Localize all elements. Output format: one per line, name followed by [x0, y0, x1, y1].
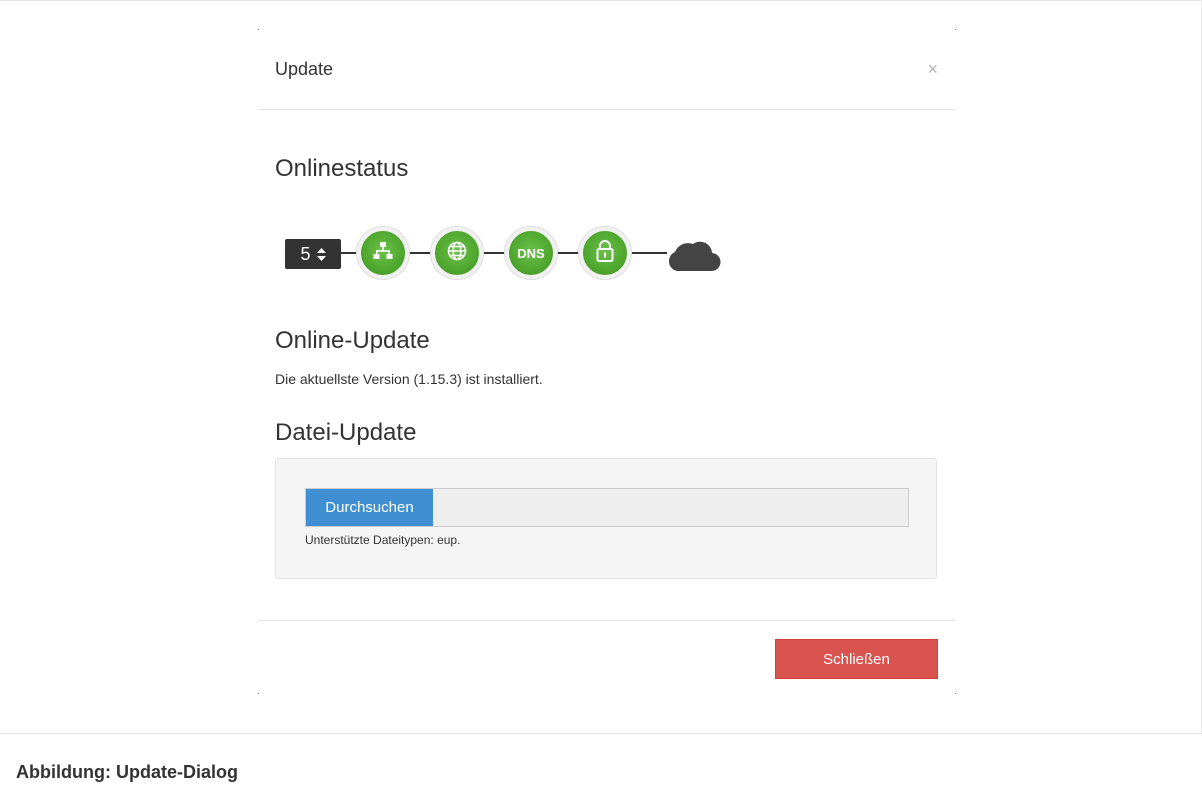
- supported-filetypes-text: Unterstützte Dateitypen: eup.: [305, 533, 461, 547]
- close-icon[interactable]: ×: [927, 59, 938, 79]
- dns-icon: DNS: [517, 245, 545, 261]
- connector-line: [631, 252, 667, 254]
- online-update-heading: Online-Update: [275, 327, 430, 354]
- file-name-field[interactable]: [433, 489, 908, 526]
- counter-value: 5: [300, 243, 311, 264]
- dialog-footer: Schließen: [258, 620, 955, 694]
- file-update-heading: Datei-Update: [275, 419, 417, 446]
- file-input[interactable]: Durchsuchen: [305, 488, 909, 527]
- figure-caption: Abbildung: Update-Dialog: [16, 762, 238, 782]
- connector-line: [557, 252, 581, 254]
- dialog-header: Update ×: [258, 29, 955, 110]
- internet-status-node: [431, 227, 483, 279]
- onlinestatus-heading: Onlinestatus: [275, 155, 409, 182]
- figure-frame: Update × Onlinestatus 5 DNS Online-Updat…: [0, 0, 1202, 809]
- up-down-arrows-icon[interactable]: [316, 247, 326, 261]
- connector-line: [405, 252, 433, 254]
- browse-button[interactable]: Durchsuchen: [306, 489, 433, 526]
- retry-counter[interactable]: 5: [285, 239, 341, 269]
- online-status-chain: 5 DNS: [285, 225, 725, 281]
- lock-icon: [596, 239, 614, 267]
- file-upload-panel: Durchsuchen Unterstützte Dateitypen: eup…: [275, 458, 937, 579]
- corner-mark: [955, 29, 956, 30]
- update-dialog: Update × Onlinestatus 5 DNS Online-Updat…: [258, 29, 955, 694]
- version-status-text: Die aktuellste Version (1.15.3) ist inst…: [275, 371, 543, 387]
- figure-panel: Update × Onlinestatus 5 DNS Online-Updat…: [0, 1, 1202, 734]
- corner-mark: [955, 693, 956, 694]
- connector-line: [483, 252, 507, 254]
- network-icon: [373, 241, 393, 265]
- globe-icon: [447, 241, 467, 266]
- dialog-title: Update: [275, 59, 334, 79]
- dns-status-node: DNS: [505, 227, 557, 279]
- close-button[interactable]: Schließen: [775, 639, 938, 679]
- network-status-node: [357, 227, 409, 279]
- cloud-icon: [663, 235, 721, 278]
- security-status-node: [579, 227, 631, 279]
